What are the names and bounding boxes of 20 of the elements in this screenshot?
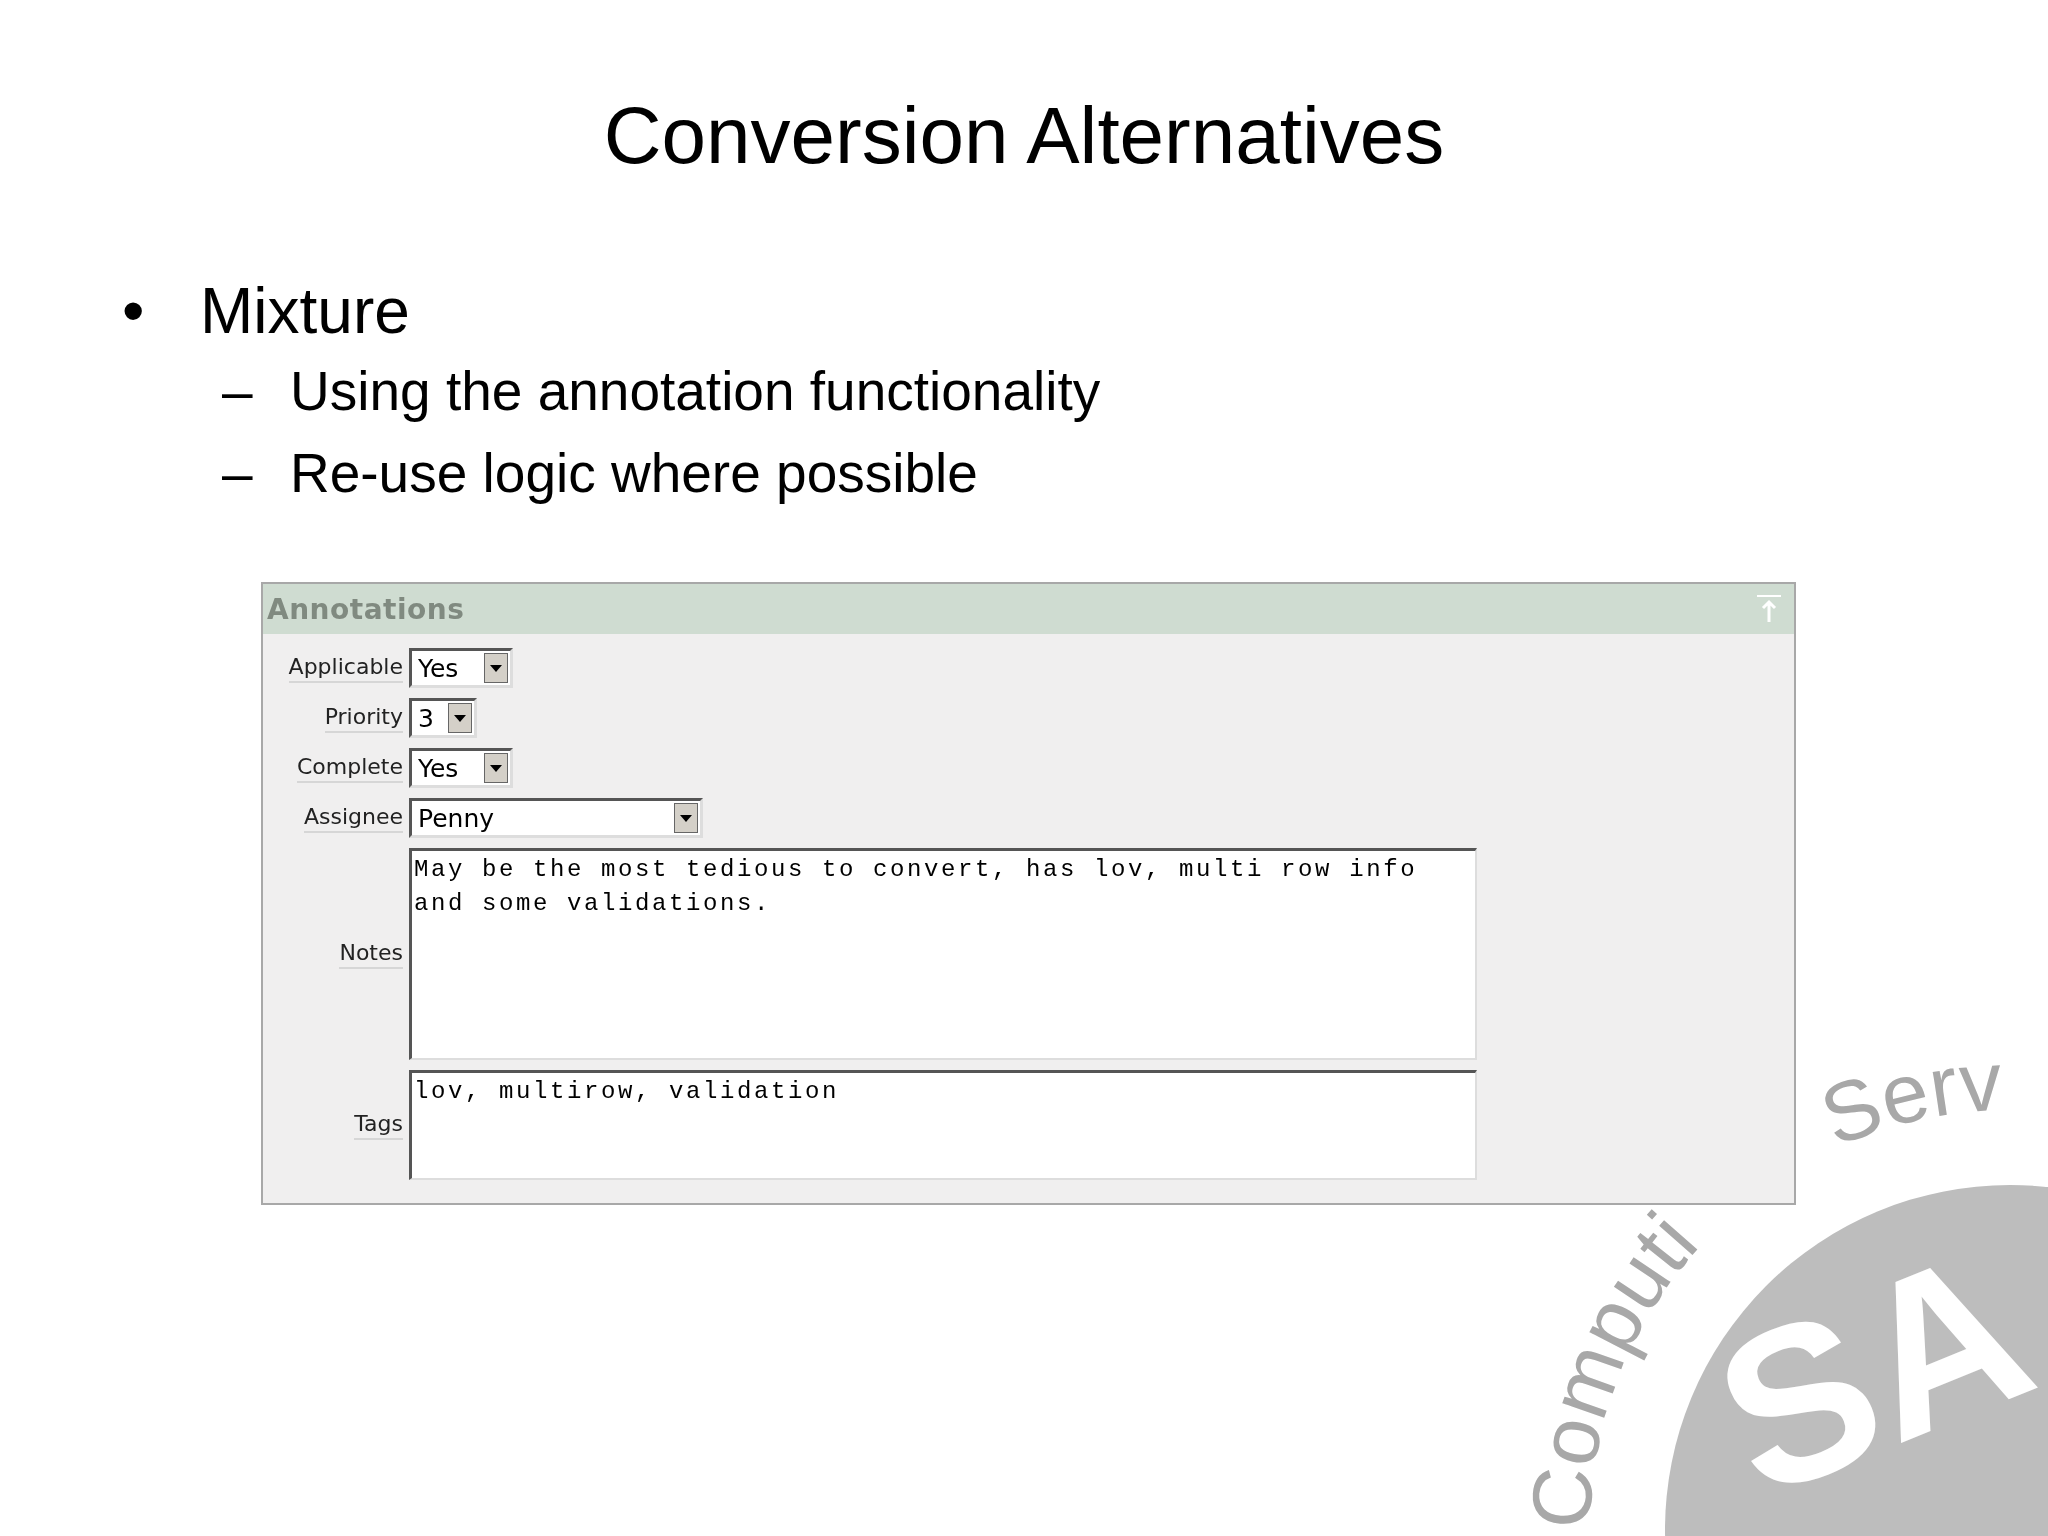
field-label: Applicable [288,653,403,683]
dash-marker: – [221,359,254,423]
field-label: Tags [354,1110,403,1140]
sub-bullet-text: Using the annotation functionality [290,359,1101,423]
field-label: Priority [324,703,403,733]
dropdown[interactable]: 3 [409,698,477,738]
field-label: Complete [296,753,403,783]
slide-title: Conversion Alternatives [603,96,1445,176]
text-area[interactable]: lov, multirow, validation [409,1070,1477,1180]
bullet-text: Mixture [200,274,410,348]
sub-bullet-text: Re-use logic where possible [290,441,978,505]
bullet-marker: • [121,274,146,348]
dropdown[interactable]: Yes [409,748,513,788]
dropdown[interactable]: Penny [409,798,703,838]
dash-marker: – [221,441,254,505]
panel-title: Annotations [267,592,465,626]
field-label: Notes [339,939,403,969]
text-area[interactable]: May be the most tedious to convert, has lov, multi row info and some validations. [409,848,1477,1060]
dropdown[interactable]: Yes [409,648,513,688]
field-label: Assignee [303,803,403,833]
